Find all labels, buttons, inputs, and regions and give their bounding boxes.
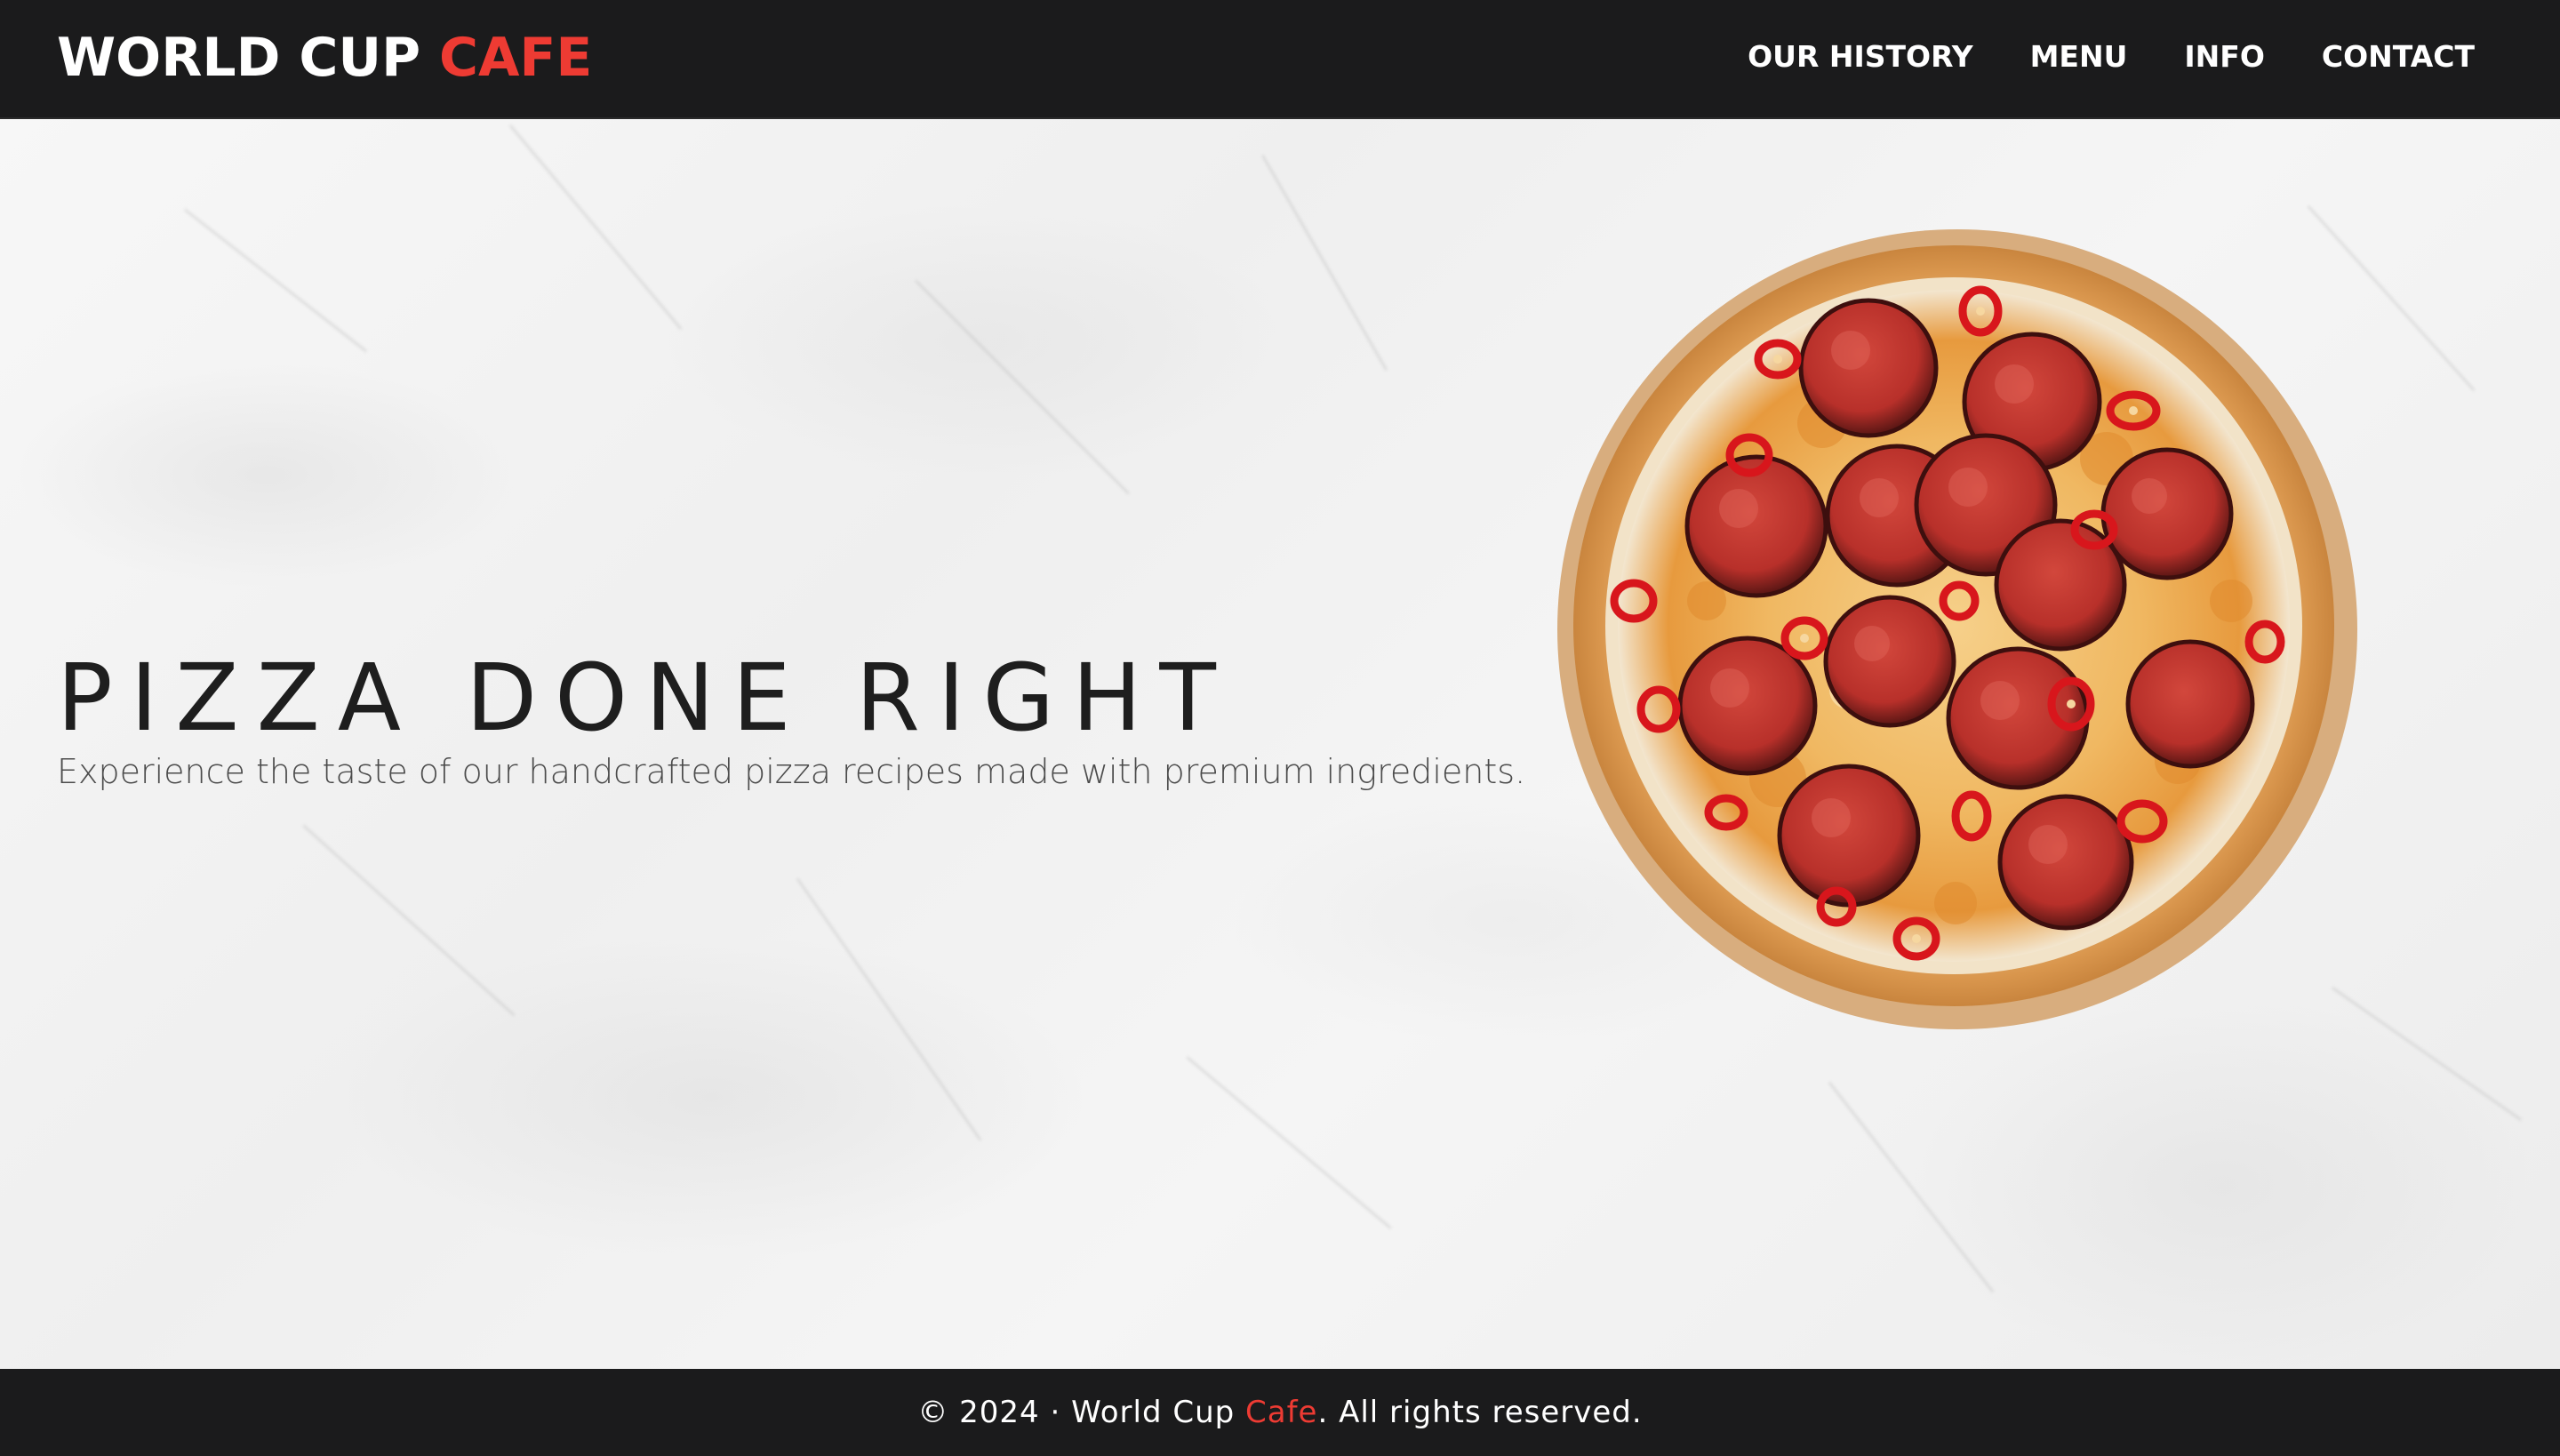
texture-stroke [1828,1081,1995,1293]
logo-accent-text: CAFE [438,27,593,89]
page: WORLD CUP CAFE OUR HISTORY MENU INFO CON… [0,0,2560,1456]
nav-link-contact[interactable]: CONTACT [2322,39,2475,74]
hero-title: PIZZA DONE RIGHT [57,644,1234,752]
site-header: WORLD CUP CAFE OUR HISTORY MENU INFO CON… [0,0,2560,119]
nav-link-menu[interactable]: MENU [2030,39,2128,74]
nav-link-our-history[interactable]: OUR HISTORY [1748,39,1972,74]
nav-link-info[interactable]: INFO [2184,39,2265,74]
copyright-text: © 2024 · World Cup Cafe. All rights rese… [917,1395,1642,1430]
pizza-illustration [1557,229,2357,1029]
texture-stroke [508,124,683,331]
main-nav: OUR HISTORY MENU INFO CONTACT [1748,39,2475,74]
site-logo[interactable]: WORLD CUP CAFE [57,27,592,89]
logo-main-text: WORLD CUP [57,27,421,89]
pepperoni-pizza-image [1556,228,2359,1031]
copyright-suffix: . All rights reserved. [1317,1395,1643,1430]
texture-stroke [1186,1055,1392,1230]
texture-stroke [914,279,1131,495]
texture-stroke [302,824,516,1017]
copyright-prefix: © 2024 · World Cup [917,1395,1246,1430]
copyright-accent: Cafe [1245,1395,1318,1430]
texture-stroke [796,877,982,1141]
site-footer: © 2024 · World Cup Cafe. All rights rese… [0,1369,2560,1456]
texture-stroke [183,208,368,353]
texture-stroke [2331,986,2523,1122]
texture-stroke [1260,154,1388,372]
hero-subtitle: Experience the taste of our handcrafted … [57,752,1526,791]
